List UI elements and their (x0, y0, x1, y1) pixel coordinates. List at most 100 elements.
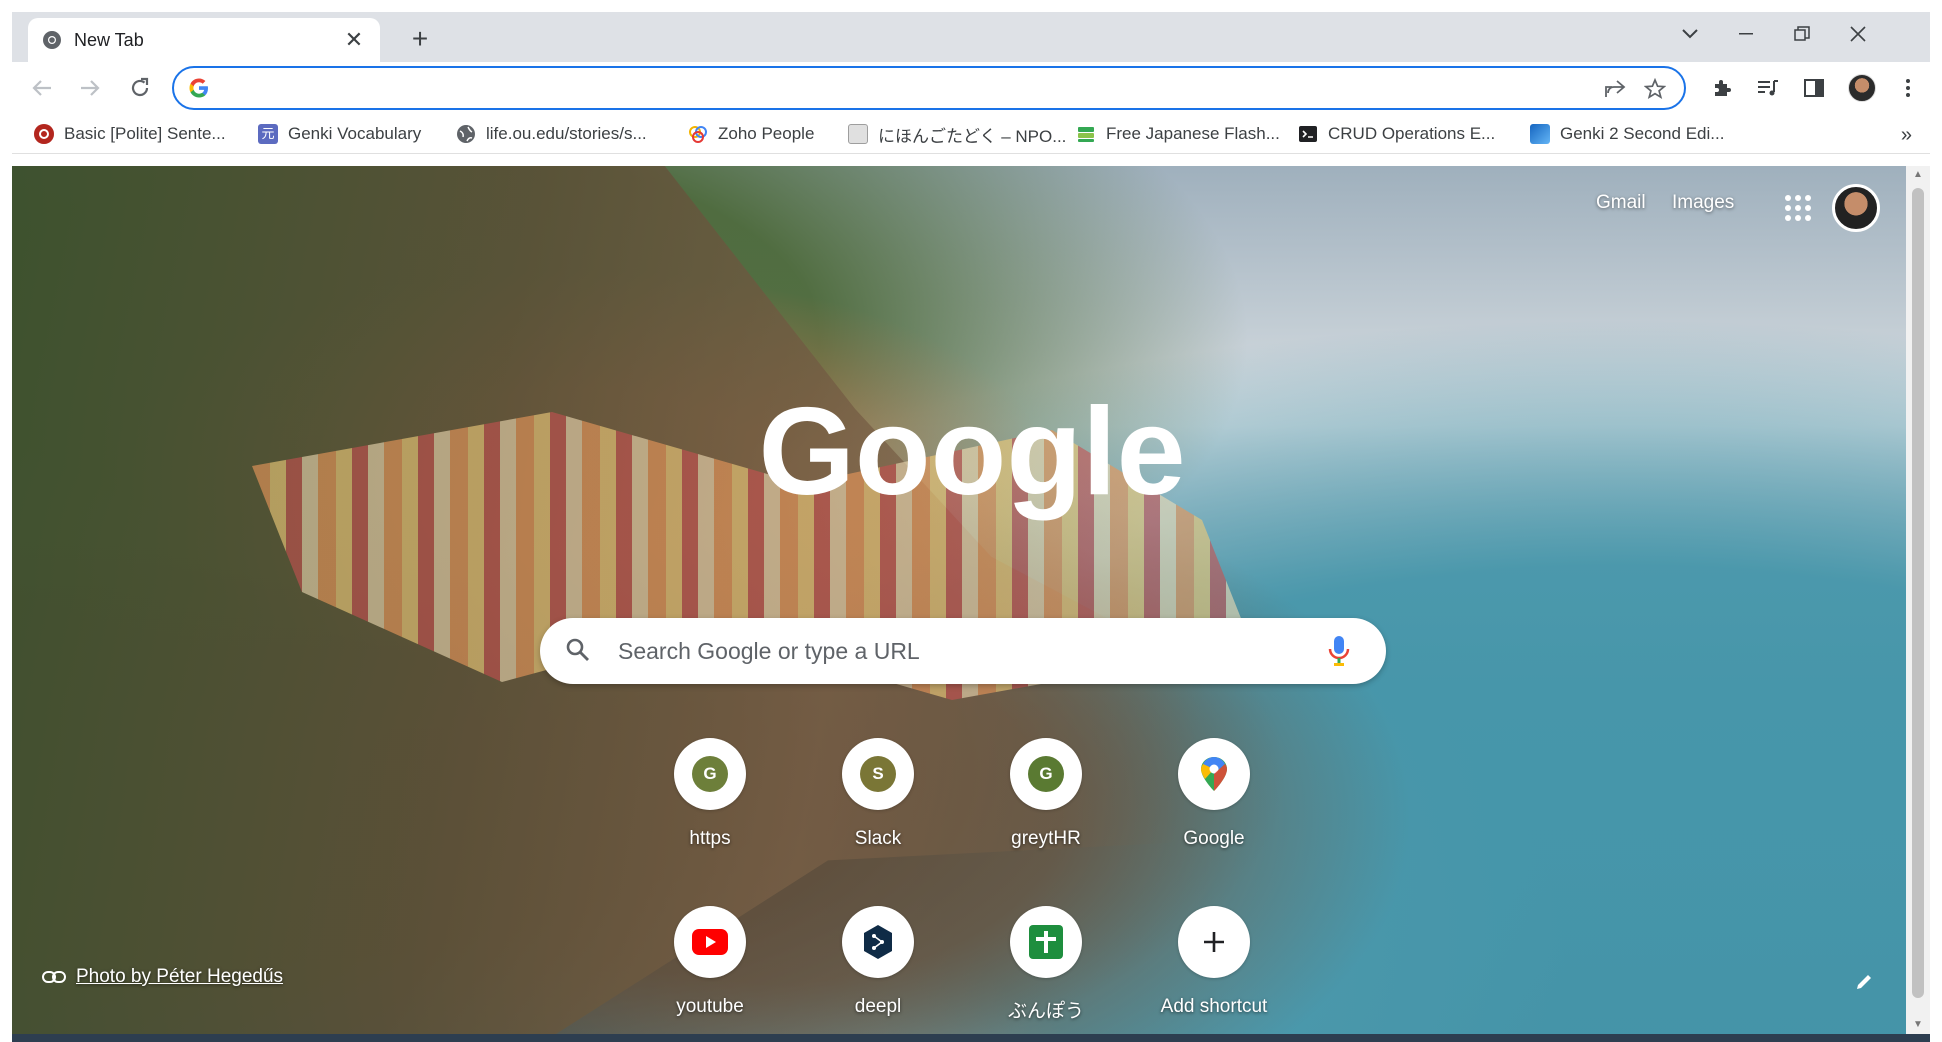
red-circle-icon (34, 124, 54, 144)
share-button[interactable] (1602, 76, 1628, 102)
account-avatar[interactable] (1832, 184, 1880, 232)
add-shortcut-button[interactable]: Add shortcut (1144, 900, 1284, 1034)
letter-g-icon: G (1028, 756, 1064, 792)
bookmark-item[interactable]: Zoho People (688, 122, 814, 146)
bookmark-item[interactable]: Genki 2 Second Edi... (1530, 122, 1724, 146)
nihongo-icon (848, 124, 868, 144)
bookmark-item[interactable]: life.ou.edu/stories/s... (456, 122, 647, 146)
bookmark-label: にほんごたどく – NPO... (878, 126, 1067, 146)
browser-window: New Tab ✕ + Basic [Polite] Sente... 元 Ge… (12, 12, 1930, 1042)
youtube-icon (692, 929, 728, 955)
close-icon (1850, 26, 1866, 42)
shortcut-tile[interactable]: deepl (808, 900, 948, 1034)
bookmark-label: Free Japanese Flash... (1106, 124, 1280, 143)
bookmark-item[interactable]: Basic [Polite] Sente... (34, 122, 226, 146)
bookmark-item[interactable]: にほんごたどく – NPO... (848, 122, 1066, 146)
restore-icon (1794, 26, 1810, 41)
more-bookmarks-button[interactable]: » (1901, 124, 1912, 147)
customize-button[interactable] (1848, 966, 1880, 998)
media-controls-button[interactable] (1752, 72, 1784, 104)
bookmark-star-button[interactable] (1642, 76, 1668, 102)
bookmark-label: Basic [Polite] Sente... (64, 124, 226, 143)
google-maps-icon (1201, 757, 1227, 791)
microphone-icon[interactable] (1326, 634, 1352, 668)
reload-icon (131, 77, 149, 97)
genki-kanji-icon: 元 (258, 124, 278, 144)
shortcut-label: ぶんぽう (1007, 1001, 1084, 1022)
restore-button[interactable] (1774, 18, 1830, 50)
back-button[interactable] (26, 72, 58, 104)
extensions-button[interactable] (1706, 72, 1738, 104)
bookmark-label: life.ou.edu/stories/s... (486, 124, 647, 143)
shortcut-tile[interactable]: G greytHR (976, 732, 1116, 872)
bookmarks-bar: Basic [Polite] Sente... 元 Genki Vocabula… (12, 114, 1930, 154)
chevron-down-icon (1682, 29, 1698, 39)
kebab-menu-icon (1906, 79, 1910, 97)
profile-button[interactable] (1846, 72, 1878, 104)
tab-strip: New Tab ✕ + (12, 12, 1930, 62)
letter-s-icon: S (860, 756, 896, 792)
images-link[interactable]: Images (1672, 192, 1734, 214)
address-input[interactable] (224, 74, 1584, 102)
scrollbar-thumb[interactable] (1912, 188, 1924, 998)
scroll-up-arrow-icon[interactable]: ▲ (1906, 166, 1930, 184)
photo-credit[interactable]: Photo by Péter Hegedűs (42, 966, 283, 988)
google-logo: Google (758, 394, 1185, 521)
plus-icon (1204, 932, 1224, 952)
shortcut-label: Slack (854, 828, 902, 849)
avatar (1848, 74, 1876, 102)
scroll-down-arrow-icon[interactable]: ▼ (1906, 1016, 1930, 1034)
search-box[interactable]: Search Google or type a URL (540, 618, 1386, 684)
gmail-link[interactable]: Gmail (1596, 192, 1646, 214)
bookmark-label: Genki 2 Second Edi... (1560, 124, 1725, 143)
shortcut-tile[interactable]: S Slack (808, 732, 948, 872)
shortcut-tile[interactable]: G https (640, 732, 780, 872)
zoho-icon (689, 126, 707, 143)
reload-button[interactable] (124, 72, 156, 104)
vertical-scrollbar[interactable]: ▲ ▼ (1906, 166, 1930, 1034)
new-tab-page: Gmail Images Google Search Google or typ… (12, 166, 1906, 1034)
side-panel-button[interactable] (1798, 72, 1830, 104)
close-window-button[interactable] (1830, 18, 1886, 50)
tab-close-icon[interactable]: ✕ (342, 27, 366, 53)
photo-credit-text: Photo by Péter Hegedűs (76, 966, 284, 987)
star-icon (1644, 78, 1666, 100)
genki-book-icon (1530, 124, 1550, 144)
shortcut-label: deepl (854, 996, 902, 1017)
shortcut-tile[interactable]: Google (1144, 732, 1284, 872)
shortcut-label: Add shortcut (1160, 996, 1268, 1017)
address-bar[interactable] (172, 66, 1686, 110)
google-apps-icon[interactable] (1782, 192, 1814, 224)
link-icon (42, 971, 66, 983)
flashcard-icon (1078, 127, 1094, 142)
shortcut-icon-circle (842, 906, 914, 978)
terminal-icon (1299, 126, 1317, 142)
menu-button[interactable] (1892, 72, 1924, 104)
tab-title: New Tab (74, 29, 144, 50)
bookmark-item[interactable]: Free Japanese Flash... (1076, 122, 1280, 146)
search-tabs-button[interactable] (1662, 18, 1718, 50)
bookmark-label: Zoho People (718, 124, 815, 143)
tab-new-tab[interactable]: New Tab ✕ (28, 18, 380, 62)
arrow-right-icon (81, 80, 100, 96)
shortcut-tile[interactable]: youtube (640, 900, 780, 1034)
search-placeholder: Search Google or type a URL (618, 638, 920, 664)
taskbar-strip (12, 1034, 1930, 1042)
new-tab-button[interactable]: + (404, 24, 436, 56)
letter-g-icon: G (692, 756, 728, 792)
toolbar (12, 62, 1930, 114)
shortcut-icon-circle (1178, 738, 1250, 810)
search-icon (566, 638, 589, 661)
bookmark-item[interactable]: 元 Genki Vocabulary (258, 122, 421, 146)
shortcut-label: Google (1183, 828, 1245, 849)
bookmark-item[interactable]: CRUD Operations E... (1298, 122, 1495, 146)
shortcut-icon-circle: G (1010, 738, 1082, 810)
shortcut-icon-circle (674, 906, 746, 978)
shortcut-tile[interactable]: ぶんぽう (976, 900, 1116, 1034)
forward-button[interactable] (74, 72, 106, 104)
shortcut-icon-circle: G (674, 738, 746, 810)
minimize-button[interactable] (1718, 18, 1774, 50)
shortcut-icon-circle: S (842, 738, 914, 810)
shortcut-icon-circle (1010, 906, 1082, 978)
share-icon (1605, 80, 1626, 97)
